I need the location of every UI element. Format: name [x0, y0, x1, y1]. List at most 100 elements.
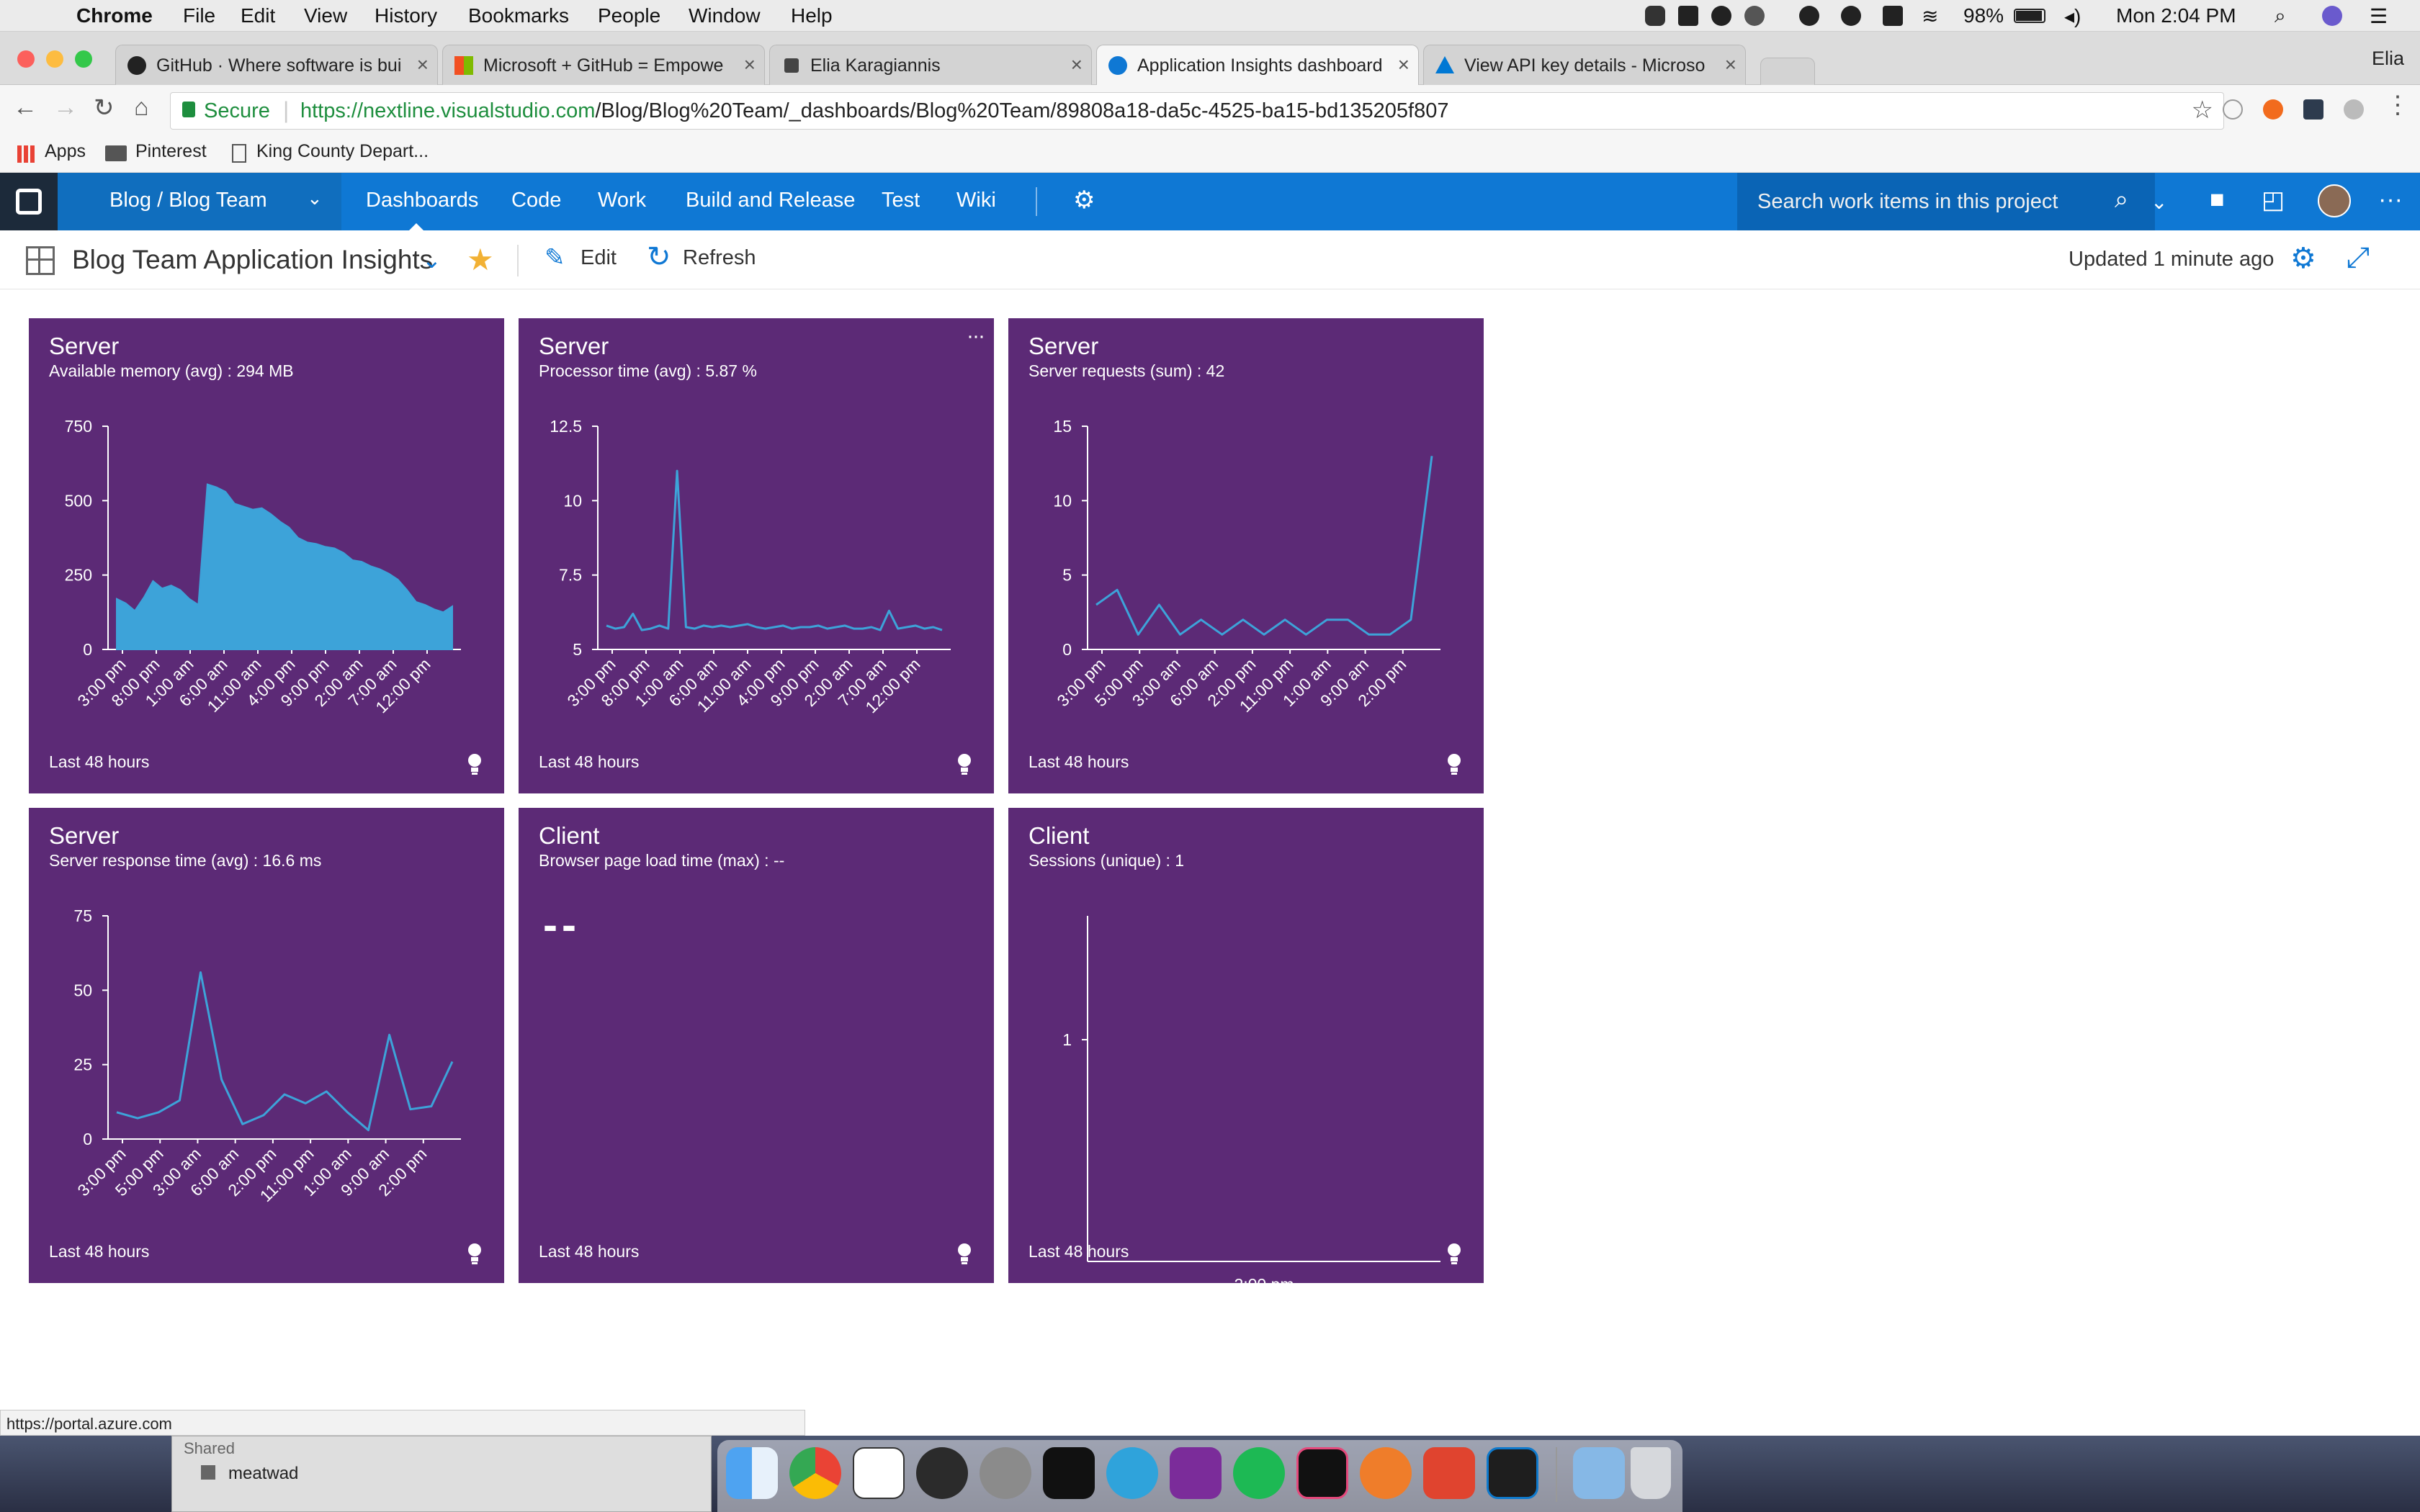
tab-close-icon[interactable]: ×: [1725, 53, 1736, 76]
settings-gear-icon[interactable]: ⚙: [1073, 186, 1095, 215]
zoom-window-button[interactable]: [75, 50, 92, 68]
bookmark-star-icon[interactable]: ☆: [2192, 96, 2213, 125]
tab-close-icon[interactable]: ×: [744, 53, 756, 76]
dashboard-grid-icon[interactable]: [26, 246, 55, 275]
battery-icon[interactable]: [2014, 9, 2045, 23]
docker-icon[interactable]: [1744, 6, 1765, 26]
menu-clock[interactable]: Mon 2:04 PM: [2116, 4, 2236, 27]
menu-bookmarks[interactable]: Bookmarks: [468, 4, 569, 27]
spotify-icon[interactable]: [1233, 1447, 1285, 1499]
browser-tab-active[interactable]: Application Insights dashboard ×: [1096, 45, 1419, 86]
bookmark-apps[interactable]: Apps: [45, 141, 86, 162]
browser-tab[interactable]: Microsoft + GitHub = Empowe ×: [442, 45, 765, 86]
launchpad-icon[interactable]: [916, 1447, 968, 1499]
menu-edit[interactable]: Edit: [241, 4, 275, 27]
more-options-icon[interactable]: ···: [2378, 186, 2403, 214]
menu-view[interactable]: View: [304, 4, 347, 27]
bookmark-app-icon[interactable]: [1678, 6, 1698, 26]
tile-server-response-time[interactable]: 0 25 50 75 3:00 pm 5:00 pm 3:00 am 6:00 am 2:00 …: [29, 808, 504, 1283]
menu-people[interactable]: People: [598, 4, 660, 27]
dashboard-settings-icon[interactable]: ⚙: [2290, 242, 2316, 275]
wunderlist-icon[interactable]: [1423, 1447, 1475, 1499]
extension-icon[interactable]: [2344, 99, 2364, 120]
vscode-icon[interactable]: [1487, 1447, 1538, 1499]
favorite-star-icon[interactable]: ★: [467, 242, 494, 277]
extension-icon[interactable]: [2263, 99, 2283, 120]
more-options-icon[interactable]: ···: [967, 324, 985, 348]
nav-test[interactable]: Test: [882, 189, 920, 212]
feedback-icon[interactable]: ◰: [2262, 186, 2285, 215]
notification-center-icon[interactable]: ☰: [2370, 4, 2388, 28]
home-icon[interactable]: ⌂: [134, 94, 149, 122]
terminal-icon[interactable]: [1043, 1447, 1095, 1499]
nav-dashboards[interactable]: Dashboards: [366, 189, 478, 212]
wifi-icon[interactable]: ≋: [1922, 4, 1938, 28]
finder-item[interactable]: meatwad: [228, 1464, 298, 1484]
minimize-window-button[interactable]: [46, 50, 63, 68]
sublime-text-icon[interactable]: [853, 1447, 905, 1499]
browser-tab[interactable]: GitHub · Where software is bui ×: [115, 45, 438, 86]
work-item-search[interactable]: Search work items in this project ⌕: [1737, 173, 2155, 230]
menu-window[interactable]: Window: [689, 4, 761, 27]
intellij-icon[interactable]: [1296, 1447, 1348, 1499]
profile-name[interactable]: Elia: [2372, 48, 2404, 70]
browser-tab[interactable]: Elia Karagiannis ×: [769, 45, 1092, 86]
cloud-icon[interactable]: [1645, 6, 1665, 26]
user-avatar[interactable]: [2318, 184, 2351, 217]
chevron-down-icon[interactable]: ⌄: [2151, 190, 2167, 214]
browser-tab[interactable]: View API key details - Microso ×: [1423, 45, 1746, 86]
apps-grid-icon[interactable]: [17, 145, 35, 163]
tile-available-memory[interactable]: 0 250 500 750 3:00 pm 8:00 pm 1:00 am 6:00 am 11…: [29, 318, 504, 793]
tile-server-requests[interactable]: 0 5 10 15 3:00 pm 5:00 pm 3:00 am 6:00 am 2:00 p…: [1008, 318, 1484, 793]
fullscreen-icon[interactable]: ⤢: [2347, 242, 2370, 274]
onenote-icon[interactable]: [1170, 1447, 1222, 1499]
close-window-button[interactable]: [17, 50, 35, 68]
nav-work[interactable]: Work: [598, 189, 646, 212]
dashboard-title[interactable]: Blog Team Application Insights: [72, 245, 433, 275]
edit-button[interactable]: Edit: [581, 246, 617, 270]
react-devtools-icon[interactable]: [2303, 99, 2323, 120]
reload-icon[interactable]: ↻: [94, 94, 115, 122]
menu-app-name[interactable]: Chrome: [76, 4, 153, 27]
tab-close-icon[interactable]: ×: [1398, 53, 1410, 76]
siri-icon[interactable]: [2322, 6, 2342, 26]
nav-wiki[interactable]: Wiki: [956, 189, 996, 212]
menu-file[interactable]: File: [183, 4, 215, 27]
lightbulb-icon[interactable]: [467, 753, 483, 775]
search-icon[interactable]: ⌕: [2115, 186, 2128, 214]
telegram-icon[interactable]: [1106, 1447, 1158, 1499]
lightbulb-icon[interactable]: [956, 753, 972, 775]
finder-icon[interactable]: [726, 1447, 778, 1499]
forward-arrow-icon[interactable]: →: [53, 94, 78, 122]
postman-icon[interactable]: [1360, 1447, 1412, 1499]
refresh-button[interactable]: Refresh: [683, 246, 756, 270]
tile-processor-time[interactable]: 5 7.5 10 12.5 3:00 pm 8:00 pm 1:00 am 6:00 am 11…: [519, 318, 994, 793]
bookmark-king-county[interactable]: King County Depart...: [256, 141, 429, 162]
tile-browser-page-load[interactable]: Client Browser page load time (max) : --…: [519, 808, 994, 1283]
lightbulb-icon[interactable]: [467, 1243, 483, 1264]
lightbulb-icon[interactable]: [1446, 753, 1462, 775]
chevron-down-icon[interactable]: ⌄: [422, 246, 442, 274]
chrome-menu-icon[interactable]: ⋮: [2385, 91, 2410, 120]
bookmark-pinterest[interactable]: Pinterest: [135, 141, 207, 162]
tab-close-icon[interactable]: ×: [1071, 53, 1083, 76]
back-arrow-icon[interactable]: ←: [13, 94, 37, 122]
url-text[interactable]: https://nextline.visualstudio.com/Blog/B…: [300, 99, 1449, 123]
spotlight-icon[interactable]: ⌕: [2275, 4, 2286, 28]
tab-close-icon[interactable]: ×: [417, 53, 429, 76]
menu-help[interactable]: Help: [791, 4, 833, 27]
pencil-icon[interactable]: ✎: [544, 243, 565, 272]
upload-cloud-icon[interactable]: [1841, 6, 1861, 26]
secure-label[interactable]: Secure: [204, 99, 270, 123]
system-preferences-icon[interactable]: [980, 1447, 1031, 1499]
nav-build-and-release[interactable]: Build and Release: [686, 189, 855, 212]
lightbulb-icon[interactable]: [1446, 1243, 1462, 1264]
extension-icon[interactable]: [2223, 99, 2243, 120]
grid-app-icon[interactable]: [1883, 6, 1903, 26]
pinterest-icon[interactable]: [1711, 6, 1731, 26]
skype-icon[interactable]: [1799, 6, 1819, 26]
menu-history[interactable]: History: [375, 4, 437, 27]
chrome-icon[interactable]: [789, 1447, 841, 1499]
address-bar[interactable]: Secure | https://nextline.visualstudio.c…: [170, 92, 2224, 130]
nav-code[interactable]: Code: [511, 189, 561, 212]
